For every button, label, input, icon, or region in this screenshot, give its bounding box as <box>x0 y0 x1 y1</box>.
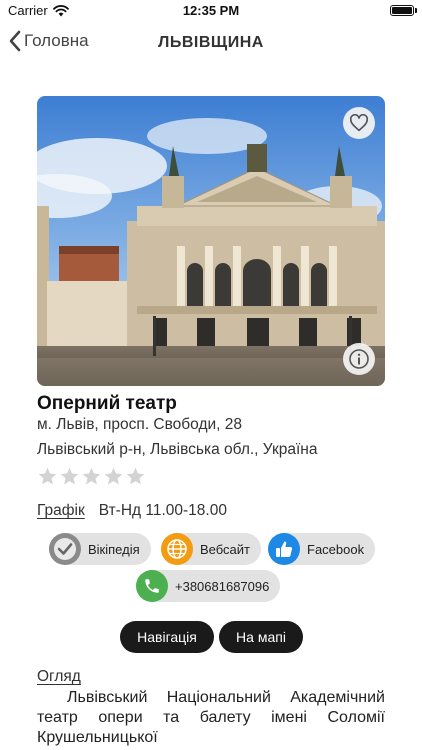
phone-button[interactable]: +380681687096 <box>136 570 281 602</box>
website-button[interactable]: Вебсайт <box>161 533 262 565</box>
check-circle-icon <box>49 533 81 565</box>
address-region: Львівський р-н, Львівська обл., Україна <box>37 441 318 458</box>
opera-house-image <box>37 96 385 386</box>
address-street: м. Львів, просп. Свободи, 28 <box>37 416 243 433</box>
schedule-label: Графік <box>37 502 85 519</box>
navigation-bar: Головна ЛЬВІВЩИНА <box>0 22 422 66</box>
info-icon <box>349 349 369 369</box>
star-icon[interactable] <box>59 466 80 487</box>
info-button[interactable] <box>343 343 375 375</box>
overview-text: Львівський Національний Академічний теат… <box>37 689 385 746</box>
page-title: ЛЬВІВЩИНА <box>158 34 264 51</box>
schedule-value: Вт-Нд 11.00-18.00 <box>98 502 227 519</box>
wikipedia-label: Вікіпедія <box>88 541 140 557</box>
star-icon[interactable] <box>103 466 124 487</box>
place-photo <box>37 96 385 386</box>
star-rating[interactable] <box>37 466 146 487</box>
battery-icon <box>390 5 417 16</box>
star-icon[interactable] <box>81 466 102 487</box>
schedule-row: Графік Вт-Нд 11.00-18.00 <box>37 502 227 520</box>
clock: 12:35 PM <box>182 3 240 18</box>
facebook-label: Facebook <box>307 541 365 557</box>
favorite-button[interactable] <box>343 107 375 139</box>
overview-label: Огляд <box>37 668 81 685</box>
place-name: Оперний театр <box>37 393 177 414</box>
thumbs-up-icon <box>268 533 300 565</box>
navigation-button[interactable]: Навігація <box>120 621 214 653</box>
show-on-map-button[interactable]: На мапі <box>219 621 303 653</box>
status-bar: Carrier 12:35 PM <box>0 0 422 22</box>
star-icon[interactable] <box>37 466 58 487</box>
phone-icon <box>136 570 168 602</box>
star-icon[interactable] <box>125 466 146 487</box>
wikipedia-button[interactable]: Вікіпедія <box>49 533 151 565</box>
website-label: Вебсайт <box>200 541 251 557</box>
facebook-button[interactable]: Facebook <box>268 533 376 565</box>
globe-icon <box>161 533 193 565</box>
phone-label: +380681687096 <box>175 578 270 594</box>
heart-icon <box>349 114 369 132</box>
